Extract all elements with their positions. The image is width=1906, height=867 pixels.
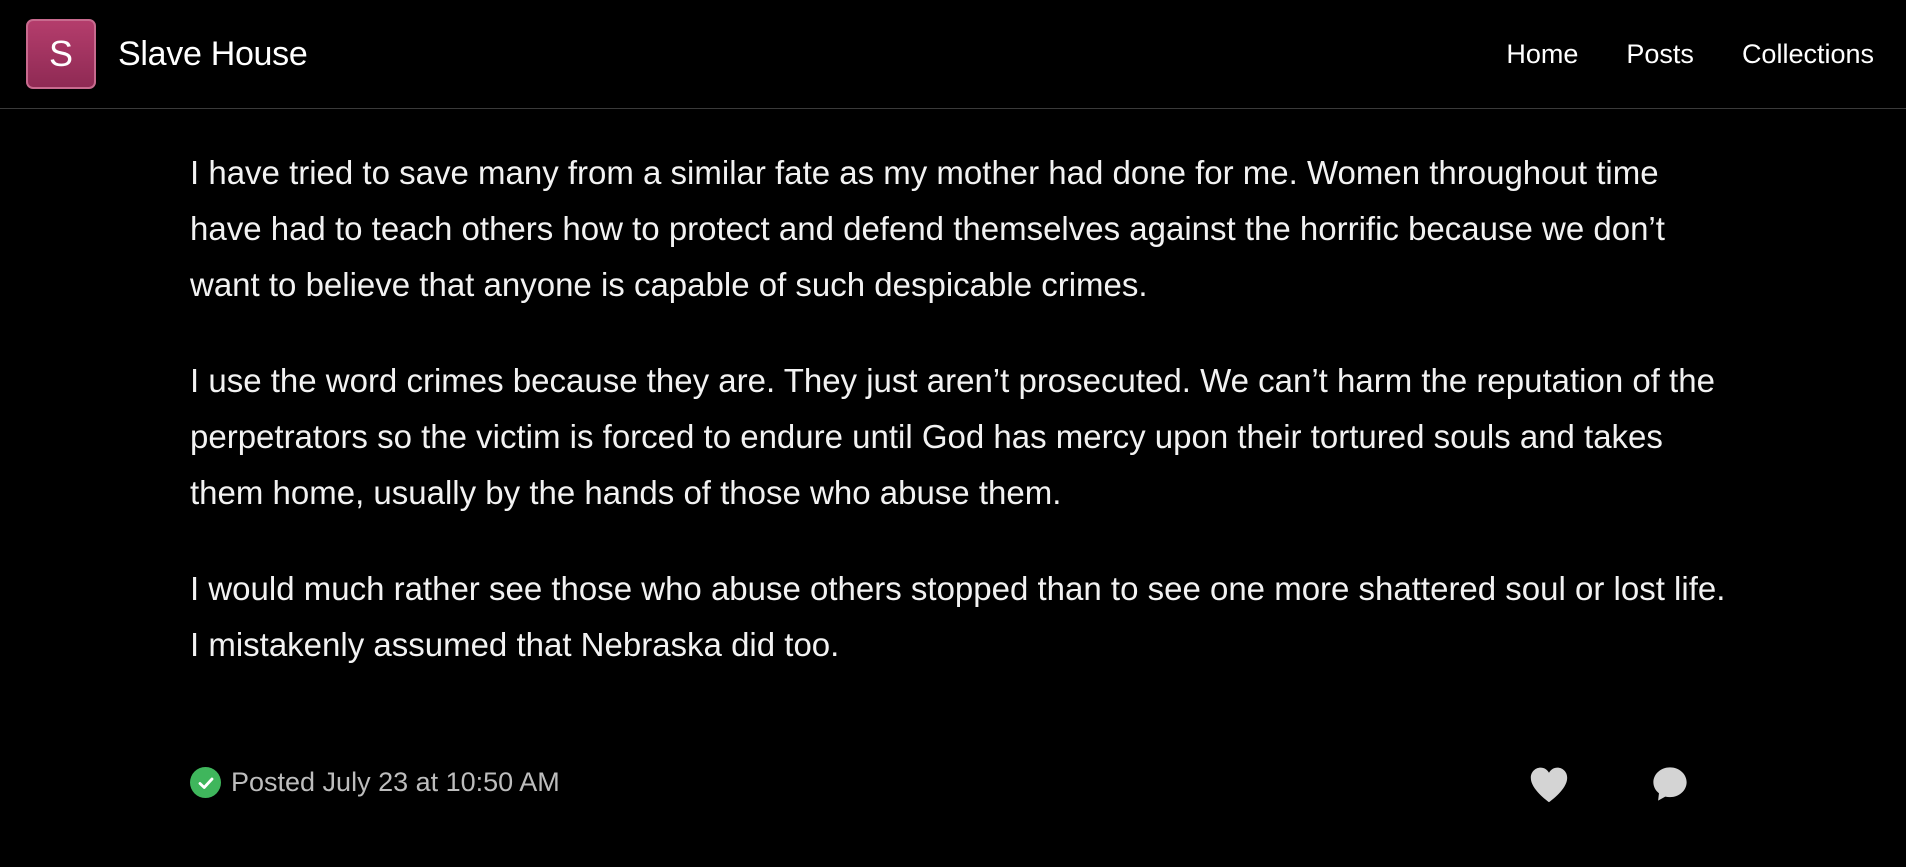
posted-timestamp: Posted July 23 at 10:50 AM <box>231 767 560 797</box>
post-paragraph: I use the word crimes because they are. … <box>190 362 1715 511</box>
logo-letter: S <box>48 33 73 74</box>
site-logo[interactable]: S <box>26 19 96 89</box>
post-body: I have tried to save many from a similar… <box>190 145 1730 713</box>
nav-collections-link[interactable]: Collections <box>1742 36 1874 72</box>
post-meta: Posted July 23 at 10:50 AM <box>190 767 560 798</box>
comment-button[interactable] <box>1648 762 1692 806</box>
main-nav: Home Posts Collections <box>1506 36 1874 72</box>
nav-posts-link[interactable]: Posts <box>1626 36 1694 72</box>
heart-icon <box>1530 767 1568 803</box>
nav-home-link[interactable]: Home <box>1506 36 1578 72</box>
post-paragraph: I have tried to save many from a similar… <box>190 154 1665 303</box>
comment-icon <box>1653 767 1687 801</box>
like-button[interactable] <box>1527 762 1571 806</box>
site-header: S Slave House Home Posts Collections <box>0 0 1906 109</box>
site-title[interactable]: Slave House <box>118 32 308 76</box>
check-circle-icon <box>190 767 221 798</box>
post-paragraph: I would much rather see those who abuse … <box>190 570 1726 663</box>
